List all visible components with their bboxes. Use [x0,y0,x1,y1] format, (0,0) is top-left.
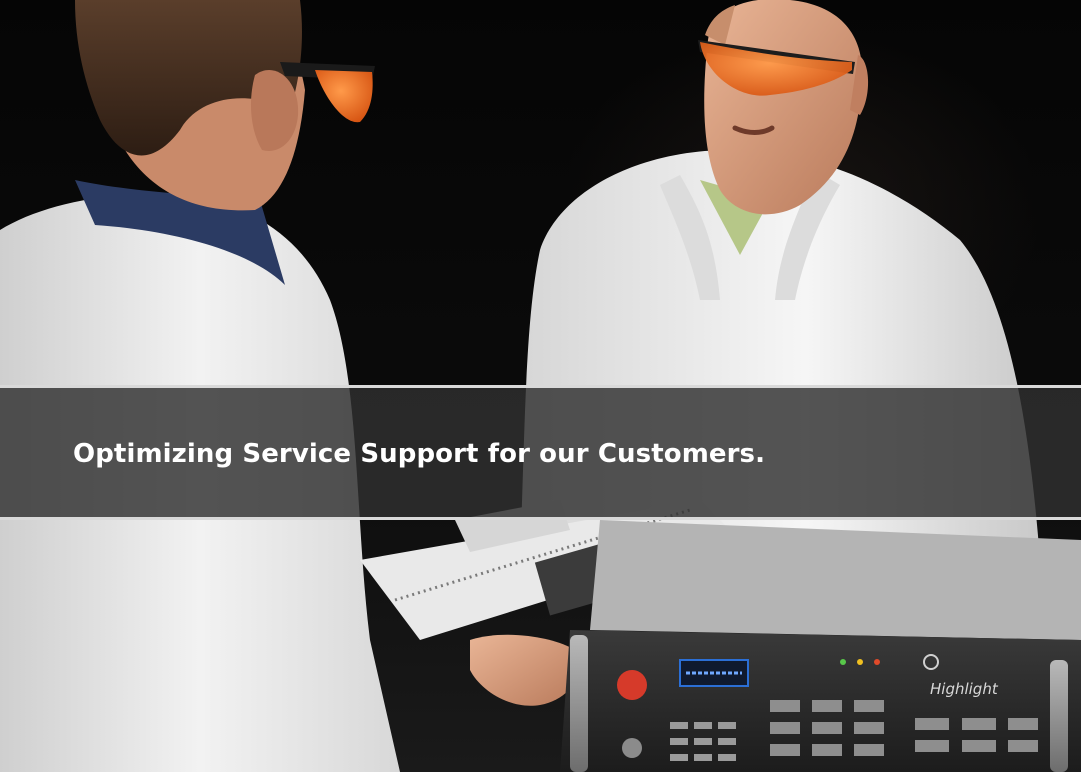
banner-title: Optimizing Service Support for our Custo… [73,439,766,469]
left-handle [570,635,588,772]
hero-image: Highlight Optimizing Service Support for… [0,0,1081,772]
laser-device: Highlight [560,520,1081,772]
key-switch-icon [622,738,642,758]
device-brand: Highlight [930,680,999,698]
emergency-stop-icon [617,670,647,700]
hand [470,634,581,706]
title-banner: Optimizing Service Support for our Custo… [0,385,1081,520]
right-handle [1050,660,1068,772]
